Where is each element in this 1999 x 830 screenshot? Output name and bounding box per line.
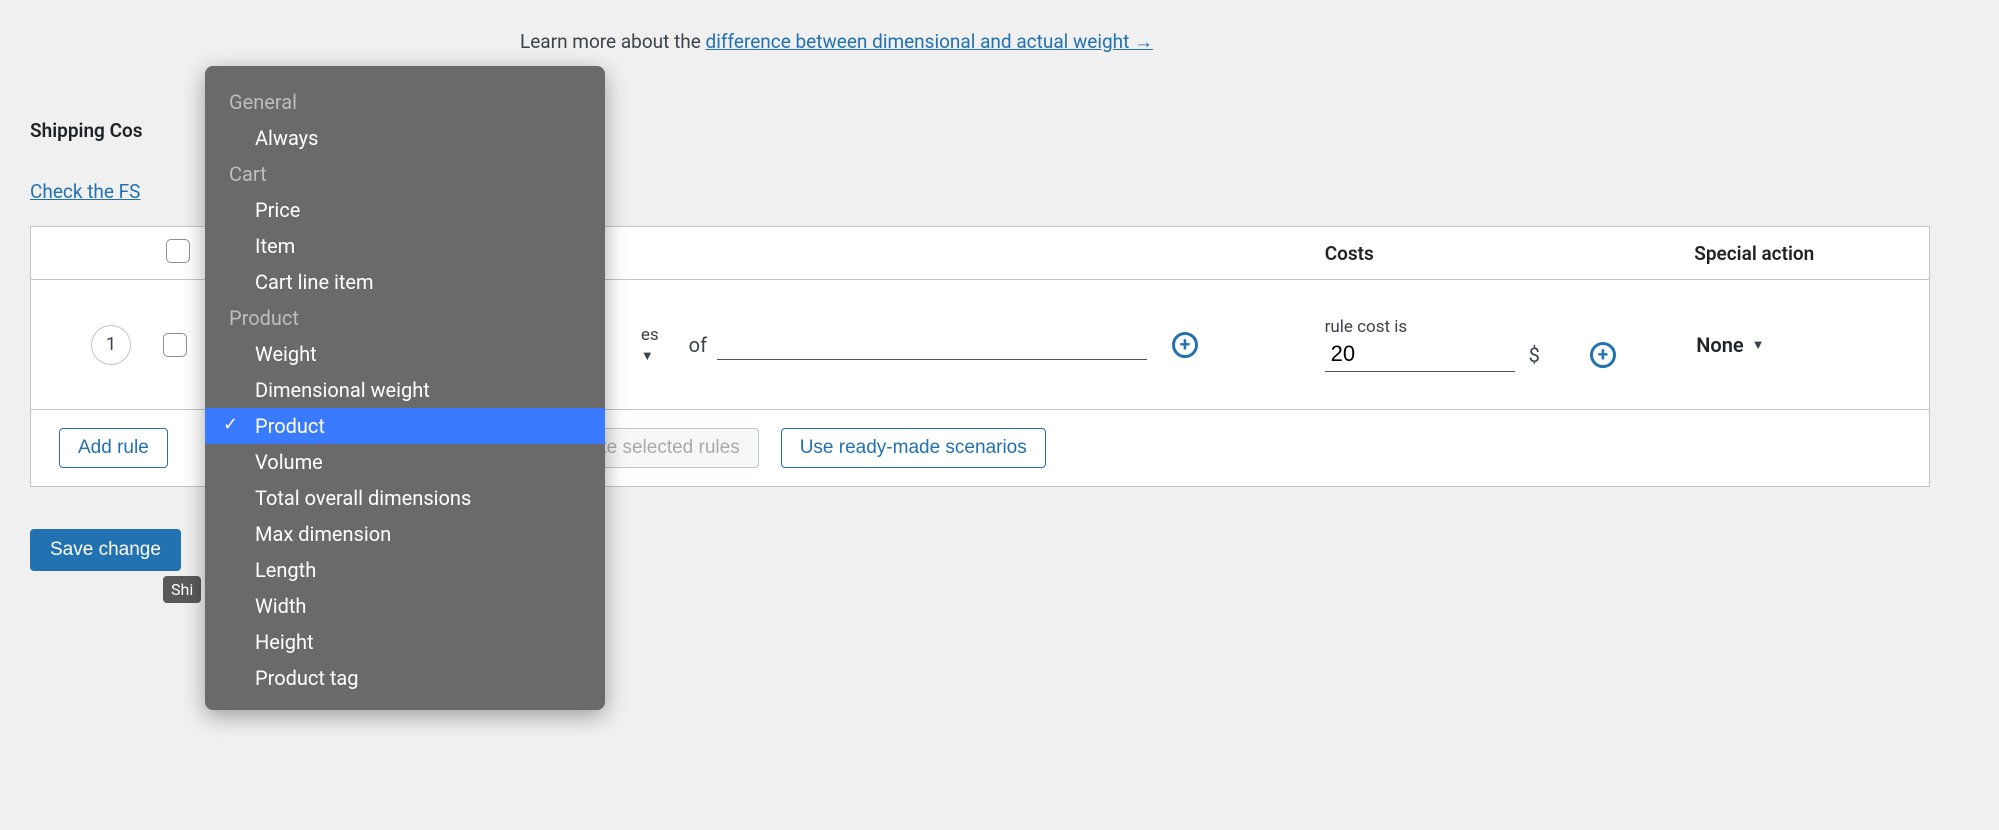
row-checkbox[interactable] [163, 333, 187, 357]
dropdown-item[interactable]: Height [205, 624, 605, 660]
dropdown-item[interactable]: Weight [205, 336, 605, 372]
save-changes-button[interactable]: Save change [30, 529, 181, 571]
chevron-down-icon[interactable]: ▼ [641, 349, 654, 364]
cost-input[interactable] [1325, 337, 1515, 372]
cost-label: rule cost is [1325, 317, 1408, 337]
select-all-checkbox[interactable] [166, 239, 190, 263]
header-special-action: Special action [1694, 242, 1929, 265]
dropdown-item[interactable]: Max dimension [205, 516, 605, 552]
dropdown-item[interactable]: Product tag [205, 660, 605, 696]
dropdown-item[interactable]: Volume [205, 444, 605, 480]
dropdown-item[interactable]: Product [205, 408, 605, 444]
learn-more-prefix: Learn more about the [520, 30, 706, 53]
currency-symbol: $ [1529, 343, 1540, 367]
dropdown-item[interactable]: Always [205, 120, 605, 156]
dropdown-item[interactable]: Price [205, 192, 605, 228]
check-fs-link[interactable]: Check the FS [30, 180, 140, 203]
tooltip-chip: Shi [163, 576, 201, 603]
special-action-select[interactable]: None ▼ [1694, 329, 1766, 361]
learn-more-link[interactable]: difference between dimensional and actua… [706, 30, 1153, 53]
dropdown-item[interactable]: Length [205, 552, 605, 588]
dropdown-item[interactable]: Dimensional weight [205, 372, 605, 408]
dropdown-item[interactable]: Cart line item [205, 264, 605, 300]
add-rule-button[interactable]: Add rule [59, 428, 168, 468]
condition-trailing-label: es [641, 325, 659, 345]
dropdown-group-label: Product [205, 300, 605, 336]
dropdown-group-label: Cart [205, 156, 605, 192]
dropdown-item[interactable]: Total overall dimensions [205, 480, 605, 516]
add-condition-button[interactable]: + [1172, 332, 1198, 358]
of-label: of [689, 333, 707, 357]
learn-more-text: Learn more about the difference between … [520, 30, 1969, 54]
header-costs: Costs [1325, 242, 1695, 265]
chevron-down-icon: ▼ [1752, 337, 1765, 353]
condition-type-dropdown[interactable]: GeneralAlwaysCartPriceItemCart line item… [205, 66, 605, 710]
row-index: 1 [91, 325, 131, 365]
dropdown-item[interactable]: Width [205, 588, 605, 624]
of-value-select[interactable] [717, 330, 1147, 360]
dropdown-item[interactable]: Item [205, 228, 605, 264]
dropdown-group-label: General [205, 84, 605, 120]
special-action-value: None [1696, 333, 1743, 357]
add-cost-button[interactable]: + [1590, 342, 1616, 368]
use-scenarios-button[interactable]: Use ready-made scenarios [781, 428, 1046, 468]
